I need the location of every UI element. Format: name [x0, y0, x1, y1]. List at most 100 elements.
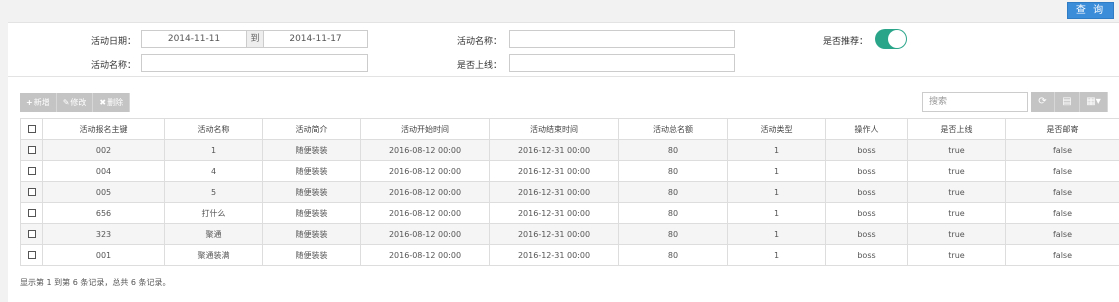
table-cell: boss [825, 223, 908, 245]
column-header[interactable]: 活动类型 [727, 118, 826, 140]
table-cell: 2016-12-31 00:00 [489, 202, 619, 224]
table-cell: 2016-12-31 00:00 [489, 223, 619, 245]
table-cell: 1 [727, 160, 826, 182]
row-checkbox[interactable] [27, 209, 36, 217]
table-cell: 1 [727, 139, 826, 161]
table-cell: 随便装装 [262, 202, 361, 224]
column-header[interactable]: 活动名称 [164, 118, 263, 140]
row-checkbox-cell[interactable] [20, 160, 43, 182]
table-cell: 656 [42, 202, 165, 224]
table-cell: 2016-12-31 00:00 [489, 244, 619, 266]
table-cell: 2016-08-12 00:00 [360, 139, 490, 161]
table-cell: 聚通 [164, 223, 263, 245]
table-cell: 2016-08-12 00:00 [360, 160, 490, 182]
columns-button[interactable]: ▦▾ [1080, 92, 1108, 112]
table-cell: 2016-08-12 00:00 [360, 181, 490, 203]
refresh-button[interactable]: ⟳ [1031, 92, 1055, 112]
edit-button[interactable]: ✎修改 [56, 93, 94, 112]
row-checkbox-cell[interactable] [20, 202, 43, 224]
columns-icon: ▦▾ [1086, 96, 1101, 107]
times-icon: ✖ [99, 98, 107, 107]
table-row[interactable]: 004 4 随便装装 2016-08-12 00:00 2016-12-31 00:00… [20, 160, 1119, 182]
table-cell: 80 [618, 181, 728, 203]
column-header[interactable]: 活动简介 [262, 118, 361, 140]
table-cell: true [907, 223, 1006, 245]
online-input[interactable] [509, 54, 735, 72]
query-button[interactable]: 查 询 [1067, 2, 1114, 19]
column-header[interactable]: 活动开始时间 [360, 118, 490, 140]
table-cell: 2016-12-31 00:00 [489, 139, 619, 161]
table-cell: boss [825, 181, 908, 203]
table-cell: 2016-08-12 00:00 [360, 202, 490, 224]
date-from-input[interactable]: 2014-11-11 [141, 30, 247, 48]
table-cell: 2016-08-12 00:00 [360, 244, 490, 266]
table-row[interactable]: 001 聚通装满 随便装装 2016-08-12 00:00 2016-12-31 00… [20, 244, 1119, 266]
activity-name-label-2: 活动名称： [90, 61, 136, 71]
row-checkbox-cell[interactable] [20, 139, 43, 161]
table-cell: 随便装装 [262, 160, 361, 182]
row-checkbox-cell[interactable] [20, 244, 43, 266]
select-all-checkbox-cell[interactable] [20, 118, 43, 140]
table-body: 002 1 随便装装 2016-08-12 00:00 2016-12-31 00:00… [20, 139, 1119, 266]
row-checkbox[interactable] [27, 167, 36, 175]
date-to-input[interactable]: 2014-11-17 [263, 30, 368, 48]
table-cell: 80 [618, 202, 728, 224]
table-cell: 随便装装 [262, 223, 361, 245]
table-cell: true [907, 181, 1006, 203]
row-checkbox[interactable] [27, 188, 36, 196]
grid-panel: +新增 ✎修改 ✖删除 搜索 ⟳ ▤ ▦▾ 活动报名主键 活动名称 活动简介 活… [8, 77, 1119, 302]
table-cell: 4 [164, 160, 263, 182]
table-cell: boss [825, 139, 908, 161]
activity-name-label: 活动名称： [456, 37, 502, 47]
column-header[interactable]: 操作人 [825, 118, 908, 140]
plus-icon: + [26, 98, 33, 107]
pagination-info: 显示第 1 到第 6 条记录，总共 6 条记录。 [20, 278, 171, 287]
activity-name-input-2[interactable] [141, 54, 368, 72]
table-cell: 1 [727, 202, 826, 224]
table-cell: false [1005, 181, 1119, 203]
table-row[interactable]: 323 聚通 随便装装 2016-08-12 00:00 2016-12-31 00:0… [20, 223, 1119, 245]
grid-toolbar: +新增 ✎修改 ✖删除 [20, 93, 131, 112]
row-checkbox-cell[interactable] [20, 181, 43, 203]
table-cell: 聚通装满 [164, 244, 263, 266]
table-cell: 随便装装 [262, 181, 361, 203]
table-cell: 1 [164, 139, 263, 161]
delete-button[interactable]: ✖删除 [93, 93, 131, 112]
online-label: 是否上线： [456, 61, 502, 71]
row-checkbox[interactable] [27, 230, 36, 238]
table-row[interactable]: 002 1 随便装装 2016-08-12 00:00 2016-12-31 00:00… [20, 139, 1119, 161]
table-row[interactable]: 656 打什么 随便装装 2016-08-12 00:00 2016-12-31 00:… [20, 202, 1119, 224]
table-cell: 2016-12-31 00:00 [489, 160, 619, 182]
table-cell: 80 [618, 223, 728, 245]
table-cell: false [1005, 223, 1119, 245]
recommend-toggle[interactable] [875, 29, 907, 49]
data-table: 活动报名主键 活动名称 活动简介 活动开始时间 活动结束时间 活动总名额 活动类… [20, 118, 1119, 266]
table-row[interactable]: 005 5 随便装装 2016-08-12 00:00 2016-12-31 00:00… [20, 181, 1119, 203]
table-cell: 001 [42, 244, 165, 266]
refresh-icon: ⟳ [1038, 96, 1047, 107]
search-input[interactable]: 搜索 [922, 92, 1028, 112]
table-cell: 1 [727, 181, 826, 203]
row-checkbox-cell[interactable] [20, 223, 43, 245]
column-header[interactable]: 活动结束时间 [489, 118, 619, 140]
filter-panel: 活动日期： 2014-11-11 到 2014-11-17 活动名称： 是否推荐… [8, 22, 1119, 77]
activity-date-label: 活动日期： [90, 37, 136, 47]
activity-name-input[interactable] [509, 30, 735, 48]
table-cell: 打什么 [164, 202, 263, 224]
table-cell: true [907, 244, 1006, 266]
table-cell: 2016-08-12 00:00 [360, 223, 490, 245]
add-button[interactable]: +新增 [20, 93, 57, 112]
column-header[interactable]: 是否邮寄 [1005, 118, 1119, 140]
table-cell: 004 [42, 160, 165, 182]
table-cell: 80 [618, 244, 728, 266]
column-header[interactable]: 活动总名额 [618, 118, 728, 140]
select-all-checkbox[interactable] [27, 125, 36, 133]
row-checkbox[interactable] [27, 251, 36, 259]
row-checkbox[interactable] [27, 146, 36, 154]
column-header[interactable]: 活动报名主键 [42, 118, 165, 140]
table-cell: false [1005, 139, 1119, 161]
toggle-view-button[interactable]: ▤ [1055, 92, 1080, 112]
list-toggle-icon: ▤ [1062, 96, 1072, 107]
table-cell: 80 [618, 160, 728, 182]
column-header[interactable]: 是否上线 [907, 118, 1006, 140]
